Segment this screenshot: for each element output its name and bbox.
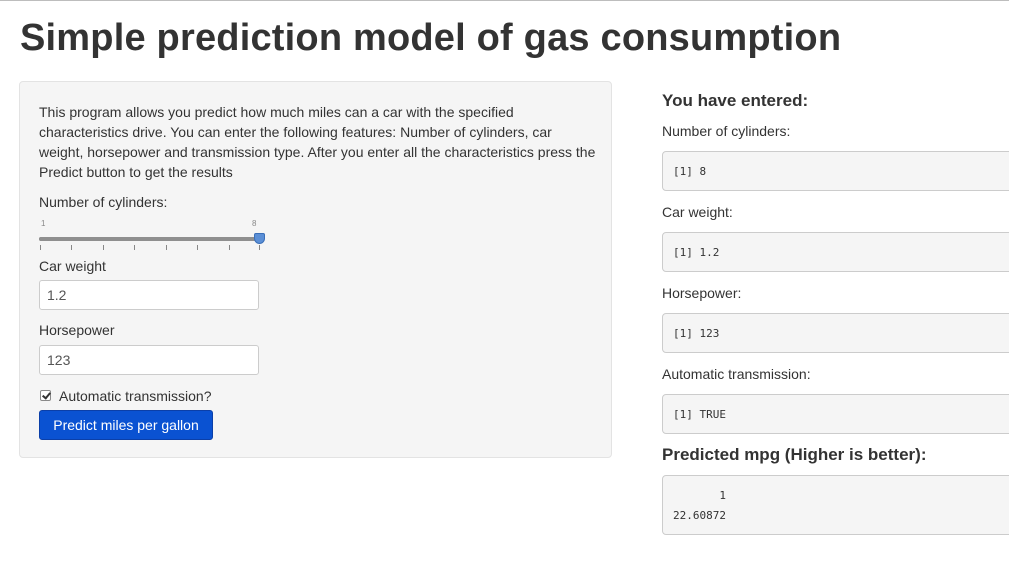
cylinders-label: Number of cylinders: bbox=[39, 194, 168, 210]
out-cylinders-value: [1] 8 bbox=[662, 151, 1009, 191]
slider-tick bbox=[197, 245, 198, 250]
top-border bbox=[0, 0, 1009, 1]
out-transmission-label: Automatic transmission: bbox=[662, 366, 811, 382]
slider-tick bbox=[103, 245, 104, 250]
cylinders-slider[interactable]: 1 8 bbox=[39, 219, 267, 253]
slider-min-label: 1 bbox=[41, 219, 46, 228]
horsepower-label: Horsepower bbox=[39, 322, 115, 338]
out-weight-value: [1] 1.2 bbox=[662, 232, 1009, 272]
weight-label: Car weight bbox=[39, 258, 106, 274]
slider-tick bbox=[166, 245, 167, 250]
predict-button[interactable]: Predict miles per gallon bbox=[39, 410, 213, 440]
slider-tick bbox=[71, 245, 72, 250]
description-text: This program allows you predict how much… bbox=[39, 104, 596, 180]
out-horsepower-label: Horsepower: bbox=[662, 285, 742, 301]
slider-tick bbox=[229, 245, 230, 250]
page-title: Simple prediction model of gas consumpti… bbox=[20, 17, 842, 59]
predicted-value: 1 22.60872 bbox=[662, 475, 1009, 535]
predicted-heading: Predicted mpg (Higher is better): bbox=[662, 445, 927, 464]
horsepower-input[interactable] bbox=[39, 345, 259, 375]
out-cylinders-label: Number of cylinders: bbox=[662, 123, 791, 139]
slider-tick bbox=[134, 245, 135, 250]
out-weight-label: Car weight: bbox=[662, 204, 733, 220]
entered-heading: You have entered: bbox=[662, 91, 809, 110]
out-transmission-value: [1] TRUE bbox=[662, 394, 1009, 434]
weight-input[interactable] bbox=[39, 280, 259, 310]
input-panel: This program allows you predict how much… bbox=[19, 81, 612, 458]
slider-handle[interactable] bbox=[254, 233, 265, 244]
out-horsepower-value: [1] 123 bbox=[662, 313, 1009, 353]
slider-max-label: 8 bbox=[252, 219, 257, 228]
transmission-label[interactable]: Automatic transmission? bbox=[59, 388, 212, 404]
transmission-checkbox[interactable] bbox=[40, 390, 51, 401]
slider-tick bbox=[259, 245, 260, 250]
slider-tick bbox=[40, 245, 41, 250]
slider-fill bbox=[39, 237, 259, 241]
